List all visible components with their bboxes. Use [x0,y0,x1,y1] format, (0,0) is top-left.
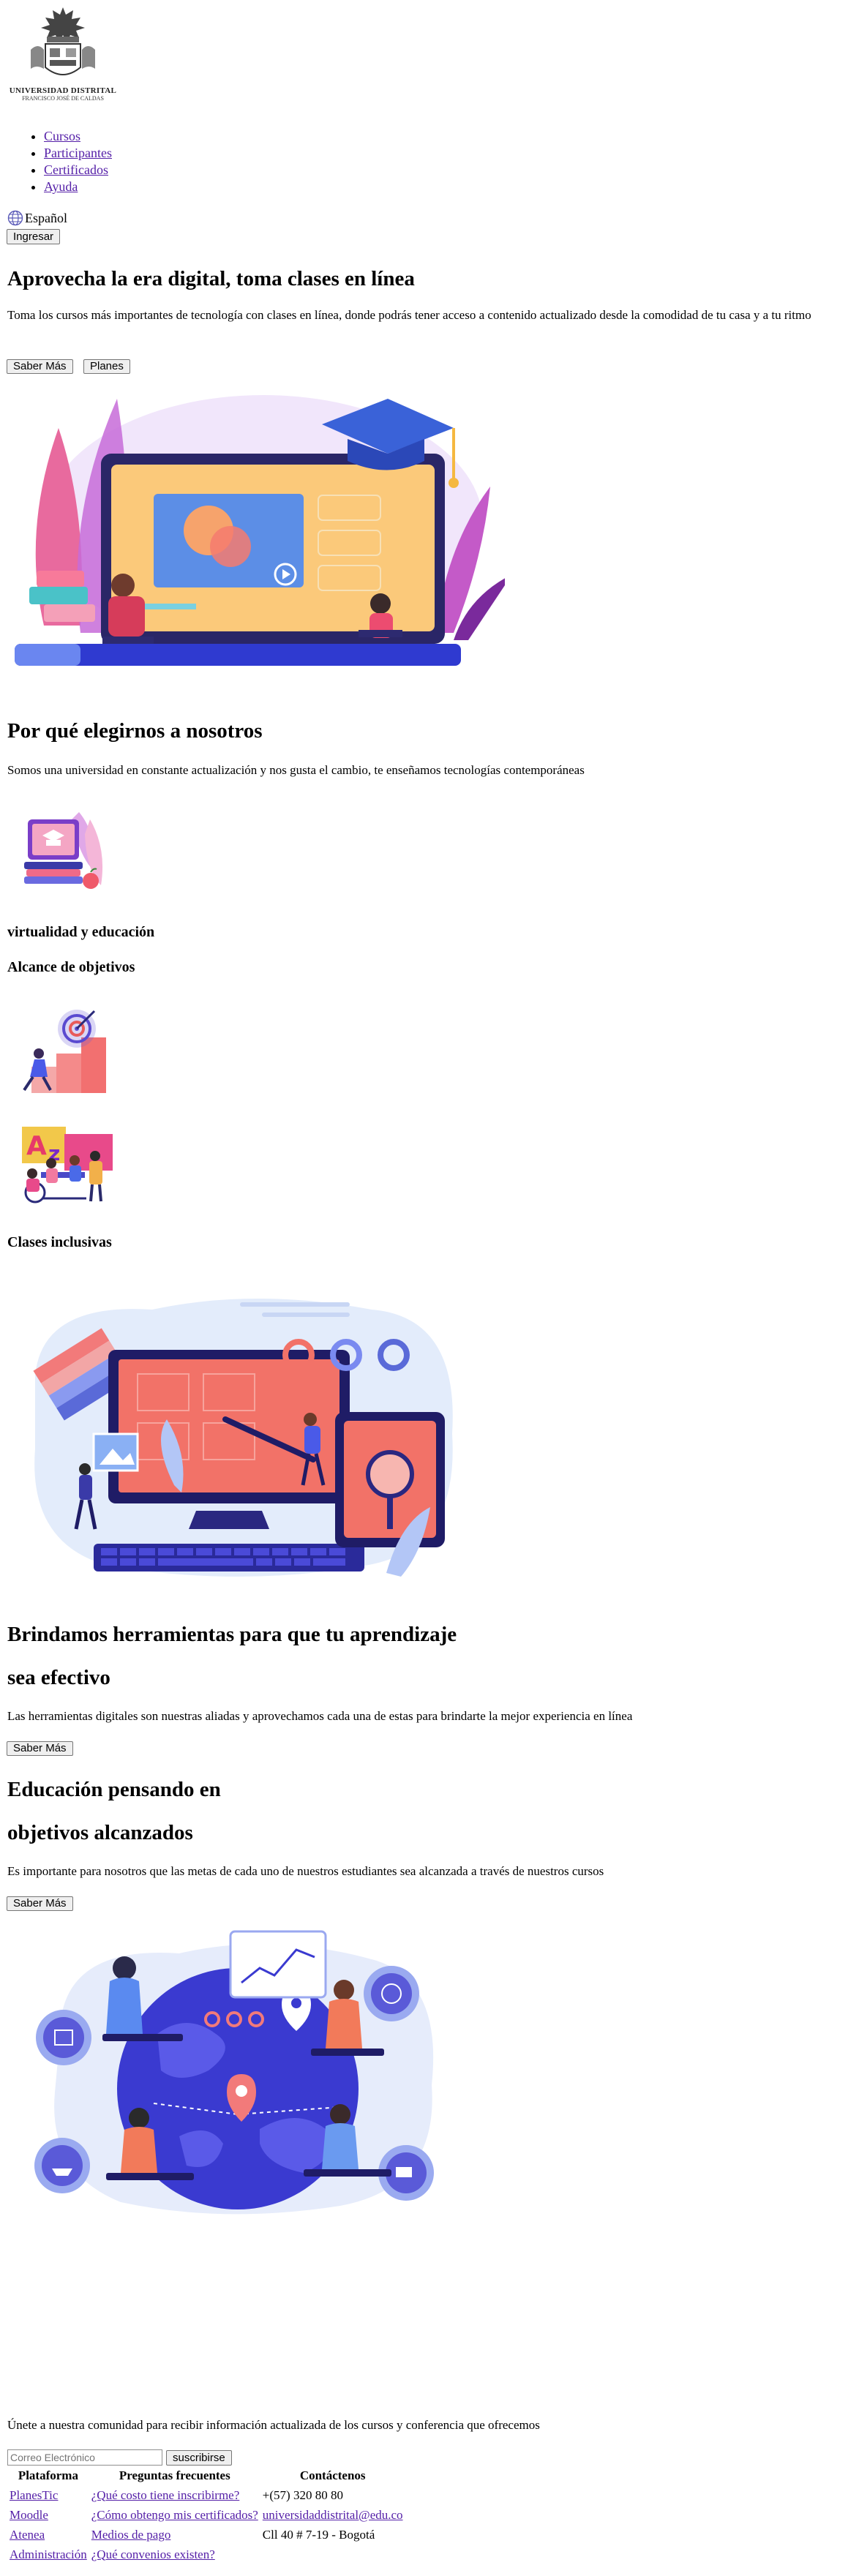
footer-row: Moodle ¿Cómo obtengo mis certificados? u… [7,2505,405,2525]
footer-link-moodle[interactable]: Moodle [10,2508,48,2522]
goals-title-line1: Educación pensando en [7,1778,221,1801]
feature-inclusivas-illustration: A z [13,1112,116,1206]
footer-header-contactenos: Contáctenos [299,2468,366,2482]
hero-illustration [15,384,505,686]
nav-link-certificados[interactable]: Certificados [44,162,108,177]
feature-virtualidad-title: virtualidad y educación [7,924,155,940]
nav-link-cursos[interactable]: Cursos [44,129,80,143]
footer-cell: Atenea [7,2525,89,2545]
why-text: Somos una universidad en constante actua… [7,763,585,777]
faq-link-convenios[interactable]: ¿Qué convenios existen? [91,2547,215,2561]
goals-text: Es importante para nosotros que las meta… [7,1864,604,1878]
nav-item-ayuda: Ayuda [44,179,112,195]
globe-icon [7,210,23,226]
hero-title: Aprovecha la era digital, toma clases en… [7,267,415,290]
faq-link-medios-pago[interactable]: Medios de pago [91,2528,171,2542]
goals-title-line2: objetivos alcanzados [7,1821,193,1844]
footer-cell: Moodle [7,2505,89,2525]
tools-title-line1: Brindamos herramientas para que tu apren… [7,1623,457,1646]
faq-link-costo[interactable]: ¿Qué costo tiene inscribirme? [91,2488,240,2502]
tools-text: Las herramientas digitales son nuestras … [7,1709,633,1723]
logo-line-1: UNIVERSIDAD DISTRITAL [9,86,117,95]
university-logo[interactable]: UNIVERSIDAD DISTRITAL FRANCISCO JOSÉ DE … [9,6,117,102]
footer-header-plataforma: Plataforma [18,2468,78,2482]
newsletter-email-input[interactable] [7,2449,162,2466]
contact-phone: +(57) 320 80 80 [262,2487,343,2502]
svg-text:A: A [26,1131,47,1161]
tools-saber-mas-button[interactable]: Saber Más [7,1741,73,1756]
contact-email-link[interactable]: universidaddistrital@edu.co [263,2508,403,2522]
nav-item-participantes: Participantes [44,145,112,162]
nav-link-participantes[interactable]: Participantes [44,146,112,160]
footer-cell [260,2545,405,2564]
footer-cell: ¿Qué costo tiene inscribirme? [89,2485,260,2505]
main-navigation: Cursos Participantes Certificados Ayuda [0,128,112,195]
hero-saber-mas-button[interactable]: Saber Más [7,359,73,374]
feature-inclusivas-title: Clases inclusivas [7,1234,112,1250]
tools-title-line2: sea efectivo [7,1666,110,1689]
footer-cell: universidaddistrital@edu.co [260,2505,405,2525]
hero-text: Toma los cursos más importantes de tecno… [7,308,811,322]
feature-objetivos-illustration [18,1004,109,1094]
why-title: Por qué elegirnos a nosotros [7,719,263,743]
subscribe-button[interactable]: suscribirse [166,2450,232,2466]
footer-link-atenea[interactable]: Atenea [10,2528,45,2542]
faq-link-certificados[interactable]: ¿Cómo obtengo mis certificados? [91,2508,258,2522]
login-button[interactable]: Ingresar [7,229,61,244]
footer-cell: Administración [7,2545,89,2564]
language-label: Español [25,210,67,225]
language-selector[interactable]: Español [7,210,67,226]
footer-row: PlanesTic ¿Qué costo tiene inscribirme? … [7,2485,405,2505]
nav-item-cursos: Cursos [44,128,112,145]
contact-address: Cll 40 # 7-19 - Bogotá [262,2527,375,2542]
footer-header-preguntas: Preguntas frecuentes [119,2468,230,2482]
footer-link-planestic[interactable]: PlanesTic [10,2488,58,2502]
footer-link-administracion[interactable]: Administración [10,2547,87,2561]
nav-link-ayuda[interactable]: Ayuda [44,179,78,194]
footer-row: Atenea Medios de pago Cll 40 # 7-19 - Bo… [7,2525,405,2545]
logo-line-2: FRANCISCO JOSÉ DE CALDAS [22,95,104,102]
hero-planes-button[interactable]: Planes [83,359,130,374]
goals-saber-mas-button[interactable]: Saber Más [7,1896,73,1911]
feature-virtualidad-illustration [20,805,107,895]
footer-cell: Medios de pago [89,2525,260,2545]
footer-cell: ¿Cómo obtengo mis certificados? [89,2505,260,2525]
footer-links-table: Plataforma Preguntas frecuentes Contácte… [7,2466,405,2564]
footer-row: Administración ¿Qué convenios existen? [7,2545,405,2564]
tools-illustration [20,1288,467,1595]
footer-cell: ¿Qué convenios existen? [89,2545,260,2564]
newsletter-text: Únete a nuestra comunidad para recibir i… [7,2418,540,2432]
goals-illustration [33,1924,443,2217]
footer-cell: PlanesTic [7,2485,89,2505]
feature-objetivos-title: Alcance de objetivos [7,959,135,975]
nav-item-certificados: Certificados [44,162,112,179]
